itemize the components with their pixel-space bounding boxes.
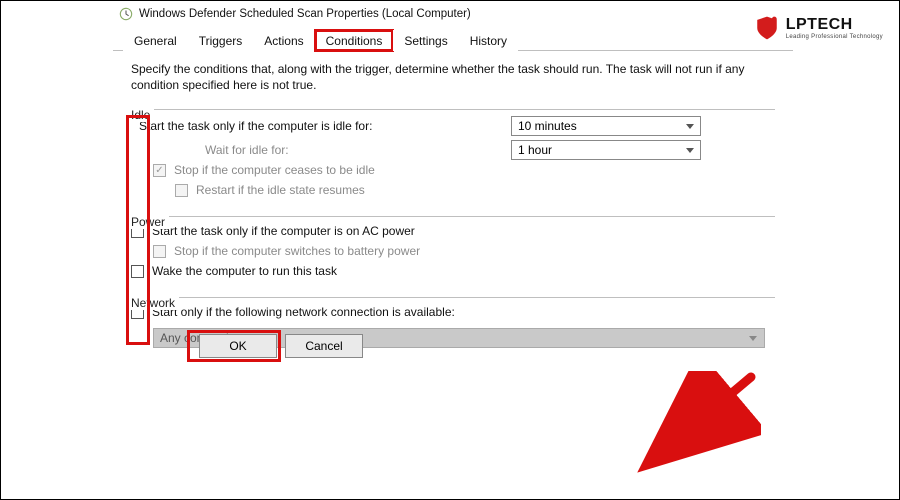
select-wait-duration-value: 1 hour	[518, 143, 552, 157]
checkbox-restart-idle[interactable]	[175, 184, 188, 197]
tab-history[interactable]: History	[459, 30, 518, 51]
label-stop-battery: Stop if the computer switches to battery…	[174, 244, 420, 258]
brand-subtext: Leading Professional Technology	[786, 34, 883, 40]
group-idle: Idle Start the task only if the computer…	[131, 101, 775, 200]
group-network-legend: Network	[131, 296, 179, 310]
tab-settings[interactable]: Settings	[393, 30, 458, 51]
clock-icon	[119, 7, 133, 21]
brand-text: LPTECH	[786, 16, 883, 34]
label-idle-start: Start the task only if the computer is i…	[139, 119, 372, 133]
group-power: Power Start the task only if the compute…	[131, 208, 775, 281]
label-network: Start only if the following network conn…	[152, 305, 455, 319]
tab-general[interactable]: General	[123, 30, 188, 51]
tab-triggers[interactable]: Triggers	[188, 30, 254, 51]
label-ac-power: Start the task only if the computer is o…	[152, 224, 415, 238]
select-wait-duration[interactable]: 1 hour	[511, 140, 701, 160]
group-idle-legend: Idle	[131, 108, 154, 122]
checkbox-stop-battery[interactable]	[153, 245, 166, 258]
checkbox-stop-not-idle[interactable]: ✓	[153, 164, 166, 177]
properties-dialog: Windows Defender Scheduled Scan Properti…	[113, 1, 793, 495]
titlebar: Windows Defender Scheduled Scan Properti…	[113, 1, 793, 27]
label-stop-not-idle: Stop if the computer ceases to be idle	[174, 163, 375, 177]
window-title: Windows Defender Scheduled Scan Properti…	[139, 8, 471, 20]
ok-button[interactable]: OK	[199, 334, 277, 358]
label-wake: Wake the computer to run this task	[152, 264, 337, 278]
label-wait-idle: Wait for idle for:	[205, 143, 289, 157]
group-power-legend: Power	[131, 215, 169, 229]
select-idle-duration-value: 10 minutes	[518, 119, 577, 133]
brand-mark-icon	[754, 15, 780, 41]
brand-logo: LPTECH Leading Professional Technology	[754, 15, 883, 41]
tabs: General Triggers Actions Conditions Sett…	[113, 27, 793, 51]
cancel-button[interactable]: Cancel	[285, 334, 363, 358]
label-restart-idle: Restart if the idle state resumes	[196, 183, 365, 197]
intro-text: Specify the conditions that, along with …	[131, 61, 771, 93]
conditions-panel: Specify the conditions that, along with …	[113, 51, 793, 348]
tab-conditions[interactable]: Conditions	[315, 30, 394, 51]
select-idle-duration[interactable]: 10 minutes	[511, 116, 701, 136]
button-bar: OK Cancel	[95, 334, 775, 358]
tab-actions[interactable]: Actions	[253, 30, 314, 51]
checkbox-wake[interactable]	[131, 265, 144, 278]
